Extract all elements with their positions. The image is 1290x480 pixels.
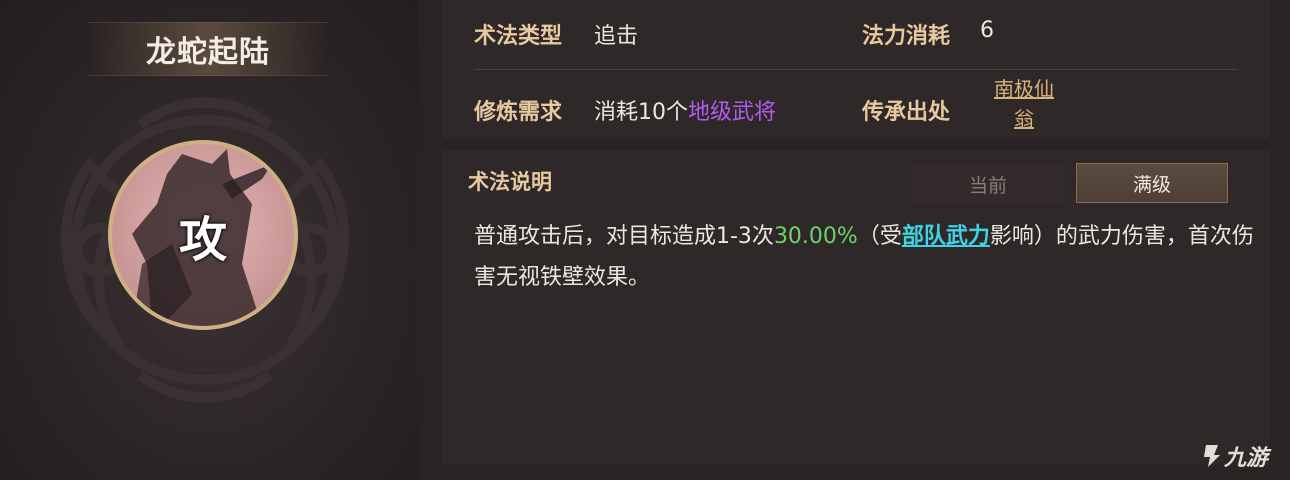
skill-type-char: 攻 <box>178 212 227 268</box>
watermark-text: 九游 <box>1224 446 1269 471</box>
skill-portrait-panel: 龙蛇起陆 攻 <box>0 0 418 480</box>
watermark: 九游 <box>1200 440 1268 472</box>
origin-link[interactable]: 南极仙翁 <box>988 74 1060 134</box>
skill-icon-art: 攻 <box>112 144 294 326</box>
origin-label: 传承出处 <box>862 100 951 125</box>
skill-title-banner: 龙蛇起陆 <box>88 22 328 76</box>
tab-max-level[interactable]: 满级 <box>1076 163 1228 203</box>
troop-force-link[interactable]: 部队武力 <box>902 224 990 249</box>
info-divider <box>474 69 1238 70</box>
skill-name: 龙蛇起陆 <box>146 35 270 70</box>
damage-percent: 30.00% <box>773 224 858 249</box>
requirement-value: 消耗10个地级武将 <box>594 94 776 126</box>
cost-label: 法力消耗 <box>862 24 951 49</box>
requirement-prefix: 消耗10个 <box>594 100 688 125</box>
jiuyou-logo-icon <box>1204 445 1220 467</box>
requirement-label: 修炼需求 <box>474 100 563 125</box>
desc-seg-1: 普通攻击后，对目标造成1-3次 <box>474 224 774 249</box>
desc-seg-3: （受 <box>857 224 902 249</box>
requirement-highlight: 地级武将 <box>688 100 777 125</box>
type-value: 追击 <box>594 24 639 49</box>
description-title: 术法说明 <box>468 170 552 194</box>
cost-value: 6 <box>980 18 994 43</box>
tab-current[interactable]: 当前 <box>912 164 1064 204</box>
skill-description-text: 普通攻击后，对目标造成1-3次30.00%（受部队武力影响）的武力伤害，首次伤害… <box>474 216 1264 298</box>
type-label: 术法类型 <box>474 24 563 49</box>
skill-icon[interactable]: 攻 <box>108 140 298 330</box>
